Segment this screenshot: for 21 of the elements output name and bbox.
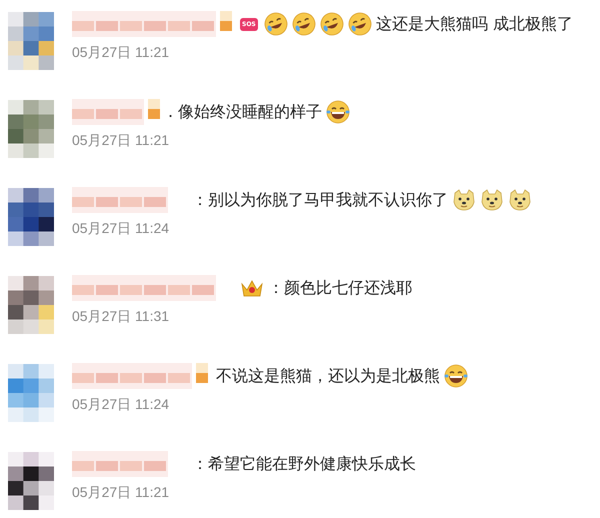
tilted-laughing-face-icon [320, 12, 344, 36]
comment-time: 05月27日 11:31 [72, 308, 170, 326]
tilted-laughing-face-icon [264, 12, 288, 36]
dog-face-icon [480, 188, 504, 212]
tilted-laughing-face-icon [348, 12, 372, 36]
comment-text: ：希望它能在野外健康快乐成长 [192, 454, 416, 474]
comment-time: 05月27日 11:24 [72, 220, 170, 238]
dog-face-icon [452, 188, 476, 212]
comment-time: 05月27日 11:21 [72, 132, 170, 150]
comment-text: ：颜色比七仔还浅耶 [268, 278, 412, 298]
tilted-laughing-face-icon [292, 12, 316, 36]
comment-time: 05月27日 11:21 [72, 484, 170, 502]
dog-face-icon [508, 188, 532, 212]
laughing-face-icon [326, 100, 350, 124]
comment-time: 05月27日 11:21 [72, 44, 170, 62]
comment-text: ：别以为你脱了马甲我就不认识你了 [192, 190, 448, 210]
comment-text: 这还是大熊猫吗 成北极熊了 [376, 14, 573, 34]
comment-text: 不说这是熊猫，还以为是北极熊 [216, 366, 440, 386]
comment-text: . 像始终没睡醒的样子 [168, 102, 322, 122]
comment-time: 05月27日 11:24 [72, 396, 170, 414]
laughing-face-icon [444, 364, 468, 388]
